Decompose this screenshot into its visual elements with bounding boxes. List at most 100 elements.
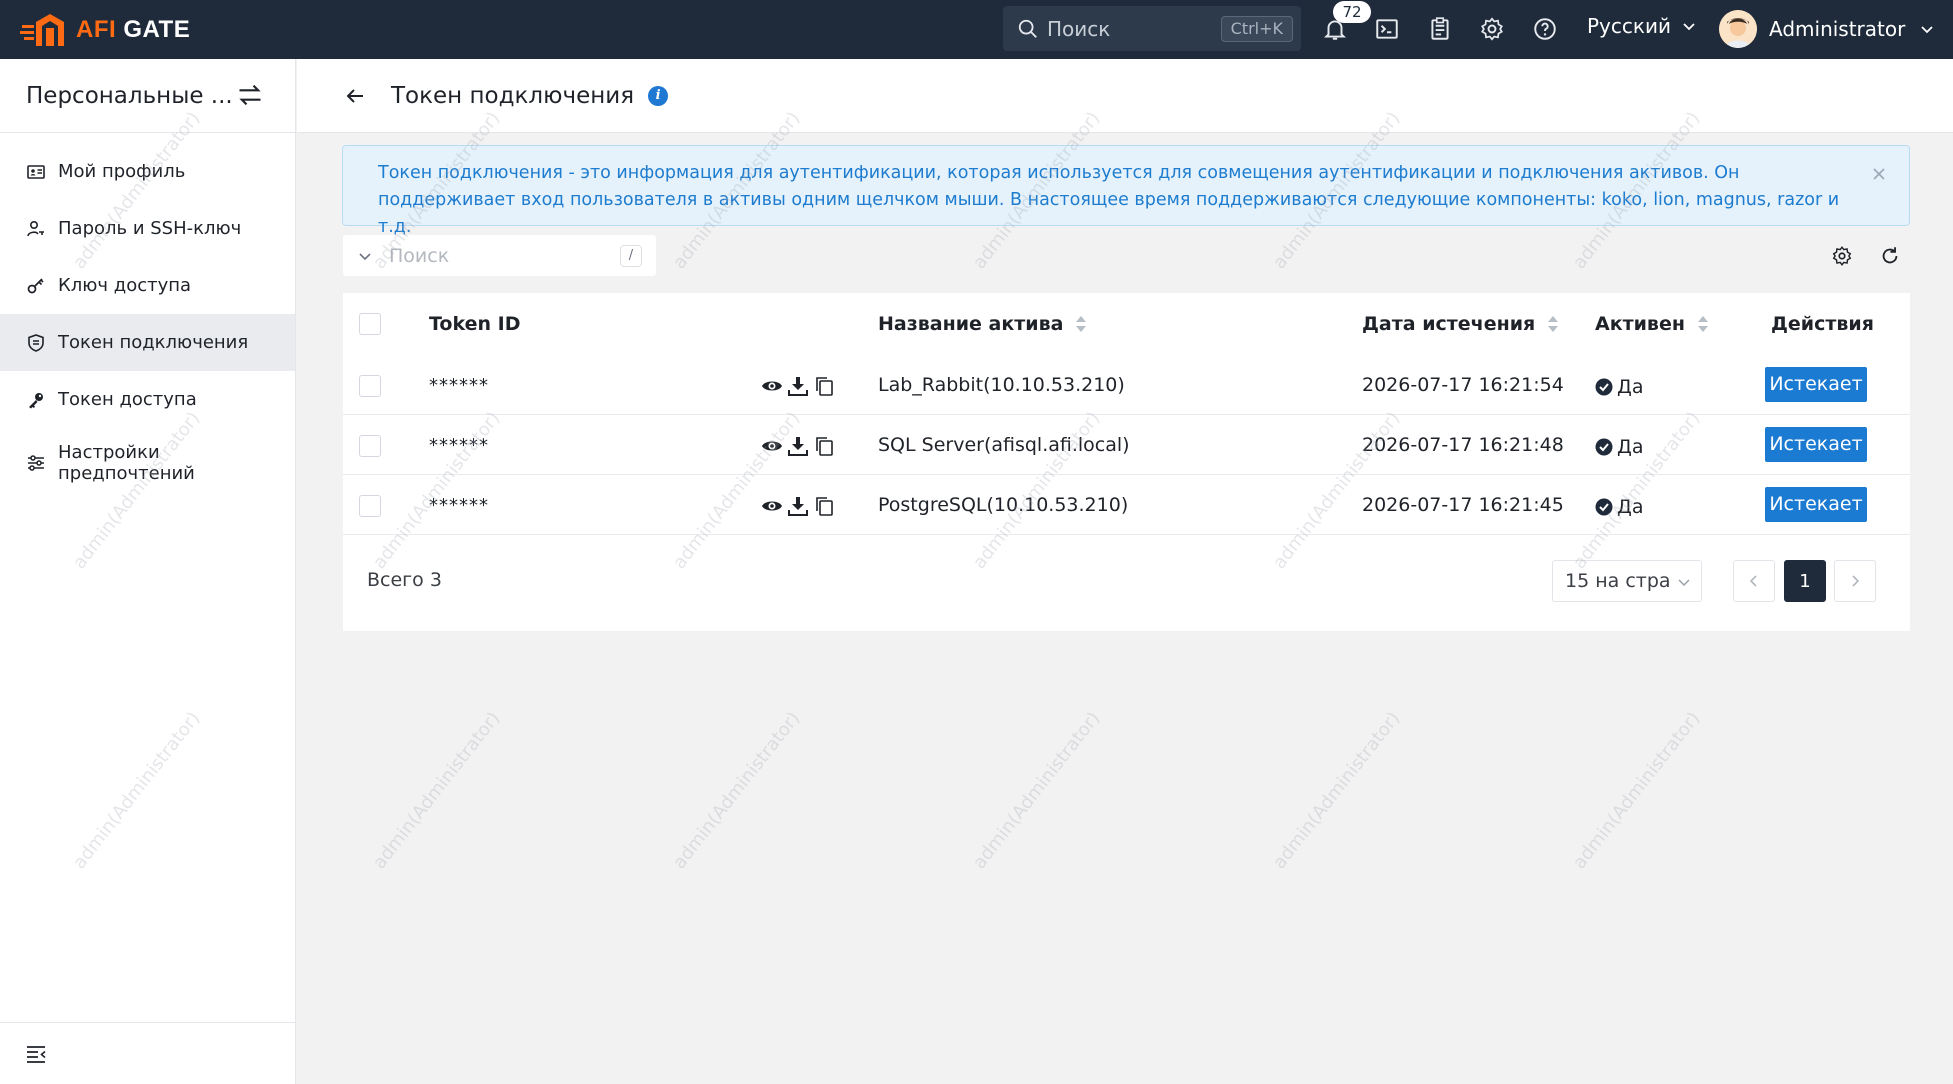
eye-icon[interactable] <box>761 495 783 517</box>
sidebar-header: Персональные ... <box>0 59 295 133</box>
sidebar-item-preferences[interactable]: Настройки предпочтений <box>0 428 295 498</box>
info-icon[interactable]: i <box>648 85 669 106</box>
page-size-select[interactable]: 15 на стра <box>1552 560 1702 602</box>
row-checkbox[interactable] <box>359 435 381 457</box>
eye-icon[interactable] <box>761 435 783 457</box>
table-row: ****** PostgreSQL(10.10.53.210) 2026-07-… <box>343 475 1910 535</box>
shield-icon <box>28 333 44 352</box>
global-search-placeholder: Поиск <box>1047 16 1111 41</box>
sidebar-item-label: Пароль и SSH-ключ <box>58 218 242 239</box>
next-page-button[interactable] <box>1834 560 1876 602</box>
copy-icon[interactable] <box>813 435 835 457</box>
page-button-current[interactable]: 1 <box>1784 560 1826 602</box>
sidebar-footer <box>0 1022 295 1084</box>
column-header-active[interactable]: Активен <box>1595 293 1709 355</box>
avatar <box>1719 10 1757 48</box>
watermark: admin(Administrator) <box>968 707 1105 874</box>
total-count: Всего 3 <box>367 569 442 591</box>
expire-button[interactable]: Истекает <box>1765 367 1867 402</box>
column-header-actions: Действия <box>1771 313 1874 335</box>
copy-icon[interactable] <box>813 375 835 397</box>
search-icon <box>1018 19 1037 38</box>
refresh-icon[interactable] <box>1879 245 1901 267</box>
gear-icon[interactable] <box>1479 16 1505 42</box>
settings-gear-icon[interactable] <box>1831 245 1853 267</box>
watermark: admin(Administrator) <box>1268 707 1405 874</box>
copy-icon[interactable] <box>813 495 835 517</box>
info-alert: Токен подключения - это информация для а… <box>342 145 1910 237</box>
top-bar: AFI GATE Поиск Ctrl+K 72 Русский Adminis… <box>0 0 1953 59</box>
row-checkbox[interactable] <box>359 375 381 397</box>
sidebar: Персональные ... Мой профиль Пароль и SS… <box>0 59 296 1084</box>
chevron-down-icon <box>1921 26 1933 34</box>
global-search[interactable]: Поиск Ctrl+K <box>1003 6 1301 51</box>
table-row: ****** Lab_Rabbit(10.10.53.210) 2026-07-… <box>343 355 1910 415</box>
table-search[interactable]: Поиск / <box>343 235 656 276</box>
download-icon[interactable] <box>787 495 809 517</box>
sort-icon <box>1548 316 1559 332</box>
page-size-value: 15 на стра <box>1565 570 1671 592</box>
expire-button[interactable]: Истекает <box>1765 487 1867 522</box>
chevron-down-icon[interactable] <box>357 248 373 264</box>
table-row: ****** SQL Server(afisql.afi.local) 2026… <box>343 415 1910 475</box>
swap-icon[interactable] <box>236 81 264 109</box>
wrench-key-icon <box>29 392 43 408</box>
logo[interactable]: AFI GATE <box>20 0 190 59</box>
sliders-icon <box>28 455 44 471</box>
expiry-date: 2026-07-17 16:21:54 <box>1362 374 1564 396</box>
afi-gate-logo-icon <box>20 13 64 46</box>
active-status: Да <box>1595 355 1644 415</box>
terminal-icon[interactable] <box>1374 16 1400 42</box>
token-id: ****** <box>429 494 489 516</box>
page-title: Токен подключения <box>391 82 635 109</box>
sidebar-item-my-profile[interactable]: Мой профиль <box>0 143 295 200</box>
prev-page-button[interactable] <box>1733 560 1775 602</box>
user-menu[interactable]: Administrator <box>1719 10 1935 48</box>
token-actions <box>761 375 835 397</box>
sort-icon <box>1697 316 1708 332</box>
token-actions <box>761 495 835 517</box>
profile-card-icon <box>27 164 45 179</box>
sidebar-item-label: Токен подключения <box>58 332 249 353</box>
column-header-expiry[interactable]: Дата истечения <box>1362 293 1559 355</box>
sidebar-item-access-token[interactable]: Токен доступа <box>0 371 295 428</box>
back-arrow-icon[interactable] <box>343 84 367 108</box>
column-header-asset-name[interactable]: Название актива <box>878 293 1087 355</box>
sidebar-menu: Мой профиль Пароль и SSH-ключ Ключ досту… <box>0 133 295 498</box>
check-circle-icon <box>1595 378 1613 396</box>
download-icon[interactable] <box>787 435 809 457</box>
active-status: Да <box>1595 475 1644 535</box>
chevron-down-icon <box>1683 23 1695 31</box>
select-all-checkbox[interactable] <box>359 313 381 335</box>
download-icon[interactable] <box>787 375 809 397</box>
expire-button[interactable]: Истекает <box>1765 427 1867 462</box>
key-icon <box>27 277 44 293</box>
sidebar-item-password-ssh[interactable]: Пароль и SSH-ключ <box>0 200 295 257</box>
expiry-date: 2026-07-17 16:21:45 <box>1362 494 1564 516</box>
token-id: ****** <box>429 374 489 396</box>
chevron-down-icon <box>1678 579 1690 587</box>
collapse-menu-icon[interactable] <box>25 1043 47 1065</box>
eye-icon[interactable] <box>761 375 783 397</box>
sidebar-item-access-key[interactable]: Ключ доступа <box>0 257 295 314</box>
logo-text: AFI GATE <box>76 15 191 43</box>
check-circle-icon <box>1595 498 1613 516</box>
user-key-icon <box>27 220 44 236</box>
search-shortcut: Ctrl+K <box>1220 16 1293 42</box>
asset-name: Lab_Rabbit(10.10.53.210) <box>878 374 1125 396</box>
sidebar-item-connection-token[interactable]: Токен подключения <box>0 314 295 371</box>
clipboard-list-icon[interactable] <box>1427 16 1453 42</box>
row-checkbox[interactable] <box>359 495 381 517</box>
page-header: Токен подключения i <box>297 59 1953 133</box>
sidebar-item-label: Ключ доступа <box>58 275 192 296</box>
expiry-date: 2026-07-17 16:21:48 <box>1362 434 1564 456</box>
help-icon[interactable] <box>1532 16 1558 42</box>
search-shortcut: / <box>620 245 642 267</box>
watermark: admin(Administrator) <box>368 707 505 874</box>
table-search-placeholder: Поиск <box>389 244 450 267</box>
chevron-left-icon <box>1749 575 1757 587</box>
sidebar-item-label: Токен доступа <box>58 389 197 410</box>
close-icon[interactable] <box>1871 166 1887 182</box>
sidebar-title: Персональные ... <box>26 82 233 109</box>
language-selector[interactable]: Русский <box>1587 14 1697 38</box>
